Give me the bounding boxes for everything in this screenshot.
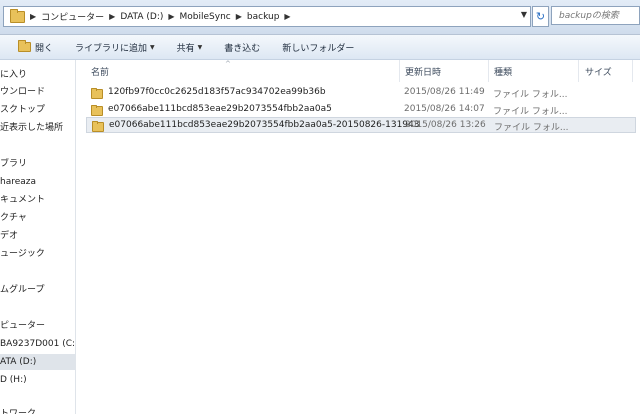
address-bar-area: ▶ コンピューター ▶ DATA (D:) ▶ MobileSync ▶ bac… xyxy=(0,0,640,35)
file-row[interactable]: e07066abe111bcd853eae29b2073554fbb2aa0a5… xyxy=(86,102,636,118)
breadcrumb-arrow-icon[interactable]: ▶ xyxy=(168,12,174,21)
breadcrumb-computer[interactable]: コンピューター xyxy=(41,10,104,23)
address-bar[interactable]: ▶ コンピューター ▶ DATA (D:) ▶ MobileSync ▶ bac… xyxy=(3,6,531,27)
address-history-dropdown-icon[interactable]: ▼ xyxy=(521,10,527,19)
open-button[interactable]: 開く xyxy=(18,40,54,54)
file-row-selected[interactable]: e07066abe111bcd853eae29b2073554fbb2aa0a5… xyxy=(86,117,636,133)
nav-item-desktop[interactable]: スクトップ xyxy=(0,102,75,118)
file-name: e07066abe111bcd853eae29b2073554fbb2aa0a5… xyxy=(109,120,420,130)
file-name: e07066abe111bcd853eae29b2073554fbb2aa0a5 xyxy=(108,104,332,114)
column-header-name[interactable]: 名前 xyxy=(91,65,109,78)
breadcrumb-arrow-icon[interactable]: ▶ xyxy=(30,12,36,21)
file-date: 2015/08/26 11:49 xyxy=(404,87,485,97)
column-header-size[interactable]: サイズ xyxy=(585,65,612,78)
burn-button[interactable]: 書き込む xyxy=(224,41,260,54)
nav-item-computer[interactable]: ピューター xyxy=(0,318,75,334)
nav-item-hareaza[interactable]: hareaza xyxy=(0,174,75,190)
folder-icon xyxy=(92,121,104,132)
burn-label: 書き込む xyxy=(224,43,261,54)
file-date: 2015/08/26 13:26 xyxy=(405,120,486,130)
refresh-button[interactable]: ↻ xyxy=(532,6,549,27)
add-to-library-label: ライブラリに追加 xyxy=(75,43,148,54)
column-header-date[interactable]: 更新日時 xyxy=(405,65,441,78)
column-divider[interactable] xyxy=(399,60,400,82)
file-type: ファイル フォル... xyxy=(494,123,569,133)
nav-item-drive-h[interactable]: D (H:) xyxy=(0,372,75,388)
navigation-pane: に入り ウンロード スクトップ 近表示した場所 ブラリ hareaza キュメン… xyxy=(0,60,76,414)
file-date: 2015/08/26 14:07 xyxy=(404,104,485,114)
breadcrumb-arrow-icon[interactable]: ▶ xyxy=(236,12,242,21)
breadcrumb-mobilesync[interactable]: MobileSync xyxy=(180,12,231,22)
new-folder-button[interactable]: 新しいフォルダー xyxy=(282,41,354,54)
nav-item-music[interactable]: ュージック xyxy=(0,246,75,262)
file-name: 120fb97f0cc0c2625d183f57ac934702ea99b36b xyxy=(108,87,326,97)
sort-indicator-icon: ^ xyxy=(225,60,231,68)
breadcrumb-arrow-icon[interactable]: ▶ xyxy=(284,12,290,21)
nav-item-recent-places[interactable]: 近表示した場所 xyxy=(0,120,75,136)
nav-item-drive-c[interactable]: BA9237D001 (C:) xyxy=(0,336,75,352)
column-divider[interactable] xyxy=(578,60,579,82)
column-divider[interactable] xyxy=(488,60,489,82)
refresh-icon: ↻ xyxy=(535,10,546,23)
nav-item-homegroup[interactable]: ムグループ xyxy=(0,282,75,298)
nav-item-favorites[interactable]: に入り xyxy=(0,67,75,83)
nav-item-videos[interactable]: デオ xyxy=(0,228,75,244)
breadcrumb-drive-d[interactable]: DATA (D:) xyxy=(120,12,163,22)
folder-icon xyxy=(91,105,103,116)
command-toolbar: 開く ライブラリに追加 ▼ 共有 ▼ 書き込む 新しいフォルダー xyxy=(0,35,640,60)
column-divider[interactable] xyxy=(632,60,633,82)
nav-item-network[interactable]: トワーク xyxy=(0,406,75,414)
open-label: 開く xyxy=(35,43,54,54)
breadcrumb-arrow-icon[interactable]: ▶ xyxy=(109,12,115,21)
nav-item-libraries[interactable]: ブラリ xyxy=(0,156,75,172)
file-list: ^ 名前 更新日時 種類 サイズ 120fb97f0cc0c2625d183f5… xyxy=(76,60,640,414)
folder-icon xyxy=(91,88,103,99)
nav-item-drive-d[interactable]: ATA (D:) xyxy=(0,354,75,370)
share-button[interactable]: 共有 ▼ xyxy=(177,41,203,54)
dropdown-arrow-icon: ▼ xyxy=(197,43,203,51)
column-header-type[interactable]: 種類 xyxy=(494,65,512,78)
nav-item-downloads[interactable]: ウンロード xyxy=(0,84,75,100)
nav-item-documents[interactable]: キュメント xyxy=(0,192,75,208)
add-to-library-button[interactable]: ライブラリに追加 ▼ xyxy=(75,41,155,54)
file-type: ファイル フォル... xyxy=(493,107,568,117)
nav-item-pictures[interactable]: クチャ xyxy=(0,210,75,226)
file-type: ファイル フォル... xyxy=(493,90,568,100)
breadcrumb-backup[interactable]: backup xyxy=(247,12,280,22)
open-folder-icon xyxy=(18,40,31,52)
folder-icon xyxy=(10,8,25,23)
dropdown-arrow-icon: ▼ xyxy=(150,43,155,51)
share-label: 共有 xyxy=(176,43,195,54)
search-input[interactable]: backupの検索 xyxy=(551,6,640,25)
new-folder-label: 新しいフォルダー xyxy=(282,43,355,54)
file-row[interactable]: 120fb97f0cc0c2625d183f57ac934702ea99b36b… xyxy=(86,85,636,101)
